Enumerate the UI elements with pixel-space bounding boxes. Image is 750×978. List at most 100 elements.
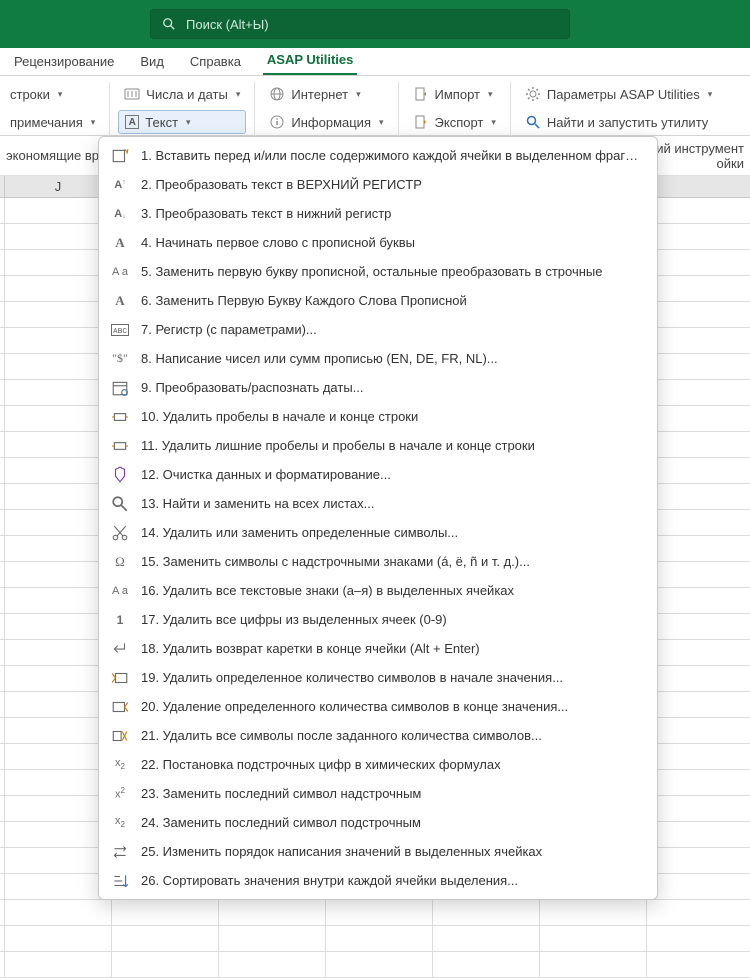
- import-icon: [413, 86, 429, 102]
- chevron-down-icon: ▾: [708, 89, 713, 100]
- menu-item-label: 10. Удалить пробелы в начале и конце стр…: [141, 409, 418, 424]
- menu-item-label: 23. Заменить последний символ надстрочны…: [141, 786, 421, 801]
- ribbon-separator: [254, 82, 255, 138]
- search-placeholder: Поиск (Alt+Ы): [186, 17, 269, 32]
- menu-item-25[interactable]: 25. Изменить порядок написания значений …: [101, 837, 655, 866]
- menu-item-3[interactable]: A↓3. Преобразовать текст в нижний регист…: [101, 199, 655, 228]
- col-header[interactable]: J: [5, 176, 112, 197]
- text-a-icon: A: [125, 115, 139, 129]
- ribbon-separator: [398, 82, 399, 138]
- table-row[interactable]: [0, 952, 750, 978]
- capA-icon: A: [111, 292, 129, 310]
- sub-icon: x2: [111, 756, 129, 774]
- menu-item-14[interactable]: 14. Удалить или заменить определенные си…: [101, 518, 655, 547]
- import-button[interactable]: Импорт▾: [407, 82, 502, 106]
- menu-item-8[interactable]: "$" 8. Написание чисел или сумм прописью …: [101, 344, 655, 373]
- chevron-down-icon: ▾: [186, 117, 191, 128]
- tab-asap-utilities[interactable]: ASAP Utilities: [263, 52, 357, 75]
- menu-item-21[interactable]: 21. Удалить все символы после заданного …: [101, 721, 655, 750]
- numbers-dates-button[interactable]: Числа и даты▾: [118, 82, 246, 106]
- ribbon-separator: [510, 82, 511, 138]
- chevron-down-icon: ▾: [356, 89, 361, 100]
- menu-item-5[interactable]: A a5. Заменить первую букву прописной, о…: [101, 257, 655, 286]
- menu-item-4[interactable]: A 4. Начинать первое слово с прописной бу…: [101, 228, 655, 257]
- menu-item-16[interactable]: A a 16. Удалить все текстовые знаки (a–я)…: [101, 576, 655, 605]
- find-run-button[interactable]: Найти и запустить утилиту: [519, 110, 718, 134]
- search-box[interactable]: Поиск (Alt+Ы): [150, 9, 570, 39]
- search-icon: [162, 17, 176, 31]
- numbers-icon: [124, 86, 140, 102]
- text-dropdown-menu: 1. Вставить перед и/или после содержимог…: [98, 136, 658, 900]
- menu-item-label: 13. Найти и заменить на всех листах...: [141, 496, 374, 511]
- chevron-down-icon: ▾: [379, 117, 384, 128]
- internet-button[interactable]: Интернет▾: [263, 82, 389, 106]
- menu-item-19[interactable]: 19. Удалить определенное количество симв…: [101, 663, 655, 692]
- chevron-down-icon: ▾: [488, 89, 493, 100]
- capA-icon: A: [111, 234, 129, 252]
- menu-item-label: 22. Постановка подстрочных цифр в химиче…: [141, 757, 501, 772]
- table-row[interactable]: [0, 926, 750, 952]
- menu-item-22[interactable]: x2 22. Постановка подстрочных цифр в хими…: [101, 750, 655, 779]
- tab-review[interactable]: Рецензирование: [10, 54, 118, 75]
- menu-item-13[interactable]: 13. Найти и заменить на всех листах...: [101, 489, 655, 518]
- notes-button[interactable]: примечания▾: [4, 110, 101, 134]
- menu-item-label: 2. Преобразовать текст в ВЕРХНИЙ РЕГИСТР: [141, 177, 422, 192]
- information-button[interactable]: Информация▾: [263, 110, 389, 134]
- menu-item-label: 16. Удалить все текстовые знаки (a–я) в …: [141, 583, 514, 598]
- ribbon-separator: [109, 82, 110, 138]
- menu-item-label: 7. Регистр (с параметрами)...: [141, 322, 317, 337]
- tab-view[interactable]: Вид: [136, 54, 168, 75]
- tab-help[interactable]: Справка: [186, 54, 245, 75]
- rows-button[interactable]: строки▾: [4, 82, 101, 106]
- menu-item-label: 1. Вставить перед и/или после содержимог…: [141, 148, 645, 163]
- menu-item-15[interactable]: Ω15. Заменить символы с надстрочными зна…: [101, 547, 655, 576]
- menu-item-label: 5. Заменить первую букву прописной, оста…: [141, 264, 602, 279]
- menu-item-9[interactable]: 9. Преобразовать/распознать даты...: [101, 373, 655, 402]
- menu-item-label: 6. Заменить Первую Букву Каждого Слова П…: [141, 293, 467, 308]
- text-button[interactable]: A Текст▾: [118, 110, 246, 134]
- table-row[interactable]: [0, 900, 750, 926]
- lower-icon: A↓: [111, 205, 129, 223]
- menu-item-label: 11. Удалить лишние пробелы и пробелы в н…: [141, 438, 535, 453]
- asap-params-button[interactable]: Параметры ASAP Utilities▾: [519, 82, 718, 106]
- menu-item-label: 19. Удалить определенное количество симв…: [141, 670, 563, 685]
- delAfter-icon: [111, 727, 129, 745]
- menu-item-2[interactable]: A↑2. Преобразовать текст в ВЕРХНИЙ РЕГИС…: [101, 170, 655, 199]
- menu-item-17[interactable]: 1 17. Удалить все цифры из выделенных яче…: [101, 605, 655, 634]
- menu-item-label: 20. Удаление определенного количества си…: [141, 699, 568, 714]
- sub-icon: x2: [111, 814, 129, 832]
- menu-item-24[interactable]: x2 24. Заменить последний символ подстроч…: [101, 808, 655, 837]
- menu-item-12[interactable]: 12. Очистка данных и форматирование...: [101, 460, 655, 489]
- abc-icon: ᴀʙᴄ: [111, 321, 129, 339]
- menu-item-1[interactable]: 1. Вставить перед и/или после содержимог…: [101, 141, 655, 170]
- search-icon: [111, 495, 129, 513]
- Aa-icon: A a: [111, 582, 129, 600]
- menu-item-10[interactable]: 10. Удалить пробелы в начале и конце стр…: [101, 402, 655, 431]
- menu-item-label: 25. Изменить порядок написания значений …: [141, 844, 542, 859]
- menu-item-18[interactable]: 18. Удалить возврат каретки в конце ячей…: [101, 634, 655, 663]
- menu-item-label: 18. Удалить возврат каретки в конце ячей…: [141, 641, 480, 656]
- export-button[interactable]: Экспорт▾: [407, 110, 502, 134]
- one-icon: 1: [111, 611, 129, 629]
- menu-item-label: 17. Удалить все цифры из выделенных ячее…: [141, 612, 447, 627]
- ribbon: строки▾ примечания▾ Числа и даты▾ A Текс…: [0, 76, 750, 136]
- menu-item-label: 24. Заменить последний символ подстрочны…: [141, 815, 421, 830]
- menu-item-11[interactable]: 11. Удалить лишние пробелы и пробелы в н…: [101, 431, 655, 460]
- sup-icon: x2: [111, 785, 129, 803]
- menu-item-23[interactable]: x2 23. Заменить последний символ надстроч…: [101, 779, 655, 808]
- date-icon: [111, 379, 129, 397]
- delL-icon: [111, 669, 129, 687]
- ribbon-left-fragments: строки▾ примечания▾: [4, 82, 101, 138]
- menu-item-6[interactable]: A 6. Заменить Первую Букву Каждого Слова …: [101, 286, 655, 315]
- menu-item-20[interactable]: 20. Удаление определенного количества си…: [101, 692, 655, 721]
- menu-item-label: 8. Написание чисел или сумм прописью (EN…: [141, 351, 498, 366]
- money-icon: "$": [111, 350, 129, 368]
- menu-item-label: 4. Начинать первое слово с прописной бук…: [141, 235, 415, 250]
- menu-item-26[interactable]: 26. Сортировать значения внутри каждой я…: [101, 866, 655, 895]
- tab-strip: Рецензирование Вид Справка ASAP Utilitie…: [0, 48, 750, 76]
- menu-item-7[interactable]: ᴀʙᴄ 7. Регистр (с параметрами)...: [101, 315, 655, 344]
- footer-right-bottom: ойки: [717, 156, 744, 171]
- menu-item-label: 21. Удалить все символы после заданного …: [141, 728, 542, 743]
- chevron-down-icon: ▾: [491, 117, 496, 128]
- menu-item-label: 15. Заменить символы с надстрочными знак…: [141, 554, 530, 569]
